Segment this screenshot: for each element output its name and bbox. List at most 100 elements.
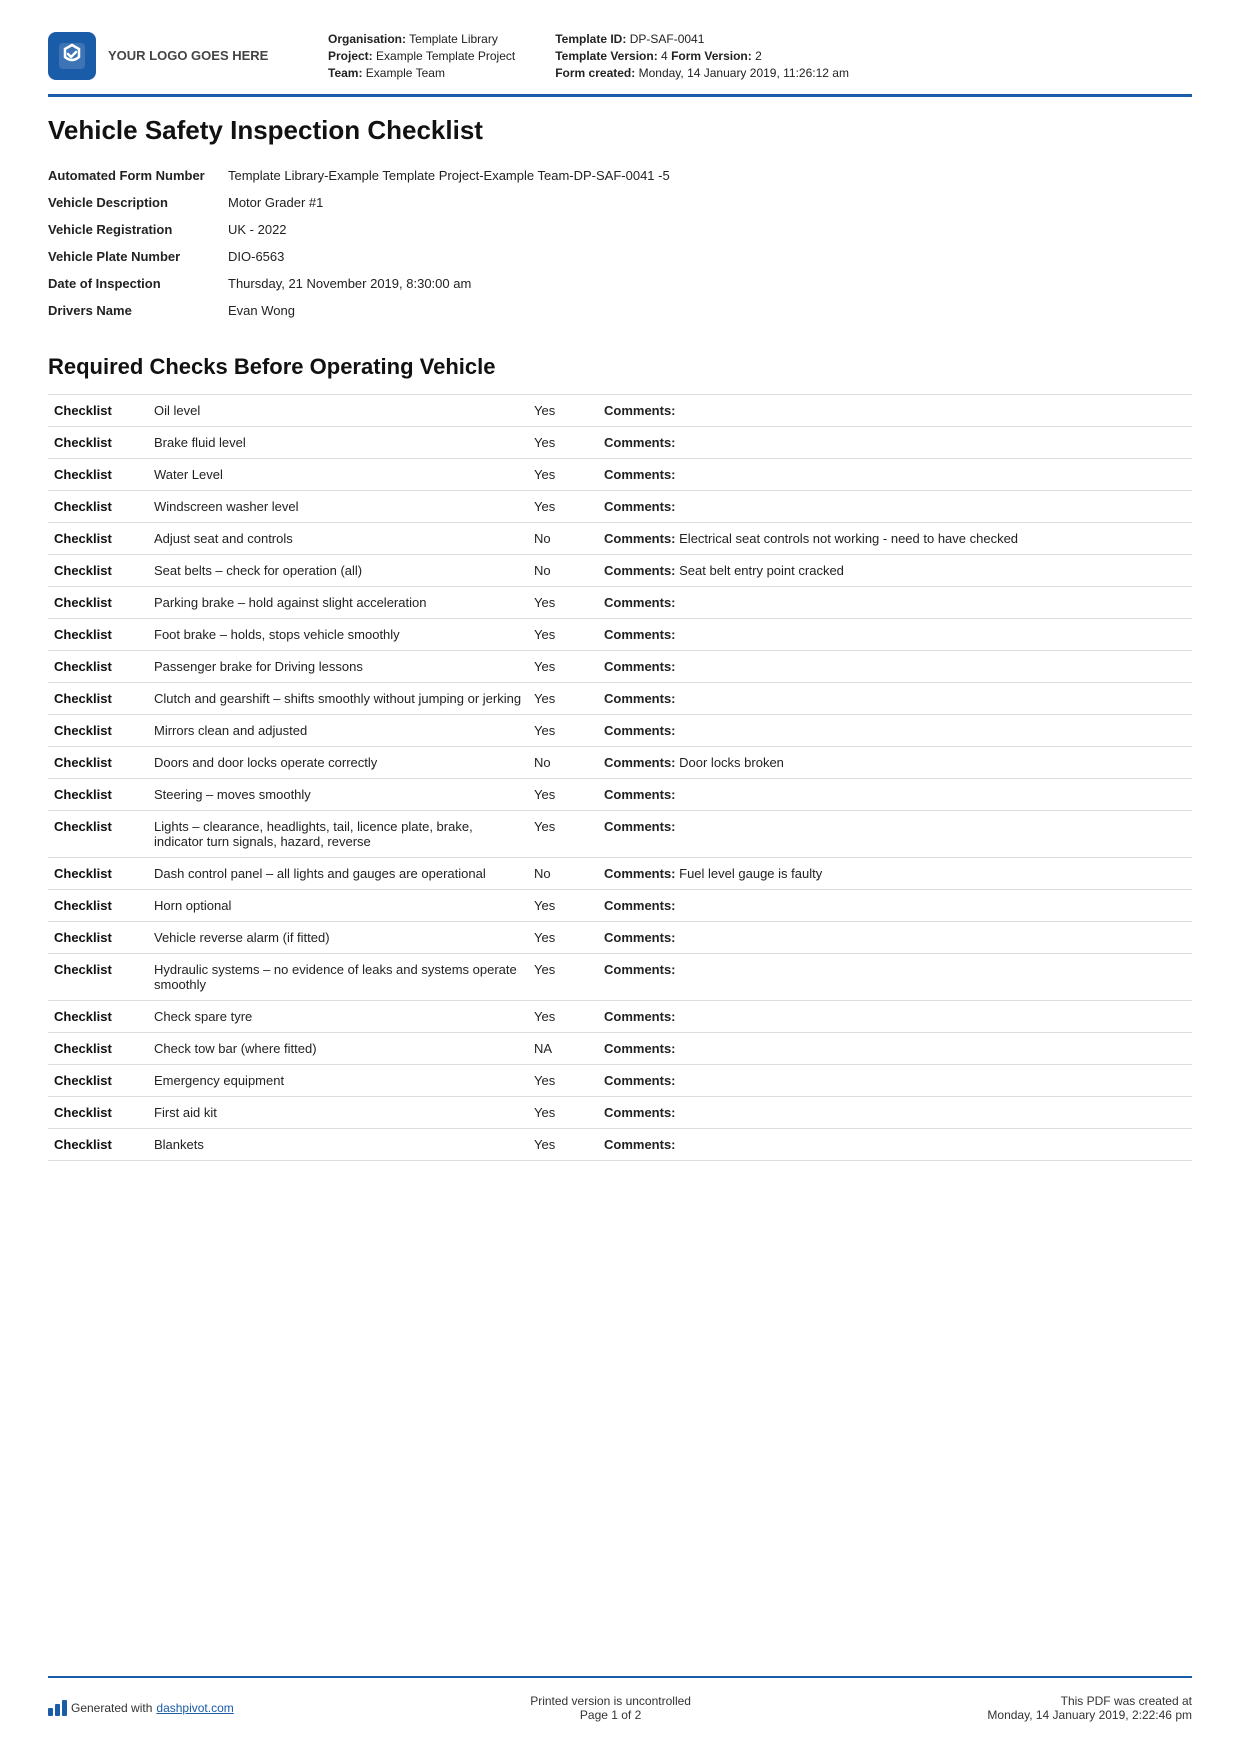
checklist-row: Checklist Oil level Yes Comments: xyxy=(48,395,1192,427)
checklist-result: Yes xyxy=(528,651,598,683)
comments-label: Comments: xyxy=(604,627,676,642)
footer-logo: Generated with dashpivot.com xyxy=(48,1700,234,1716)
checklist-row: Checklist Windscreen washer level Yes Co… xyxy=(48,491,1192,523)
checklist-result: Yes xyxy=(528,922,598,954)
checklist-item: Horn optional xyxy=(148,890,528,922)
checklist-item: Water Level xyxy=(148,459,528,491)
info-label: Date of Inspection xyxy=(48,270,228,297)
checklist-result: Yes xyxy=(528,779,598,811)
comments-label: Comments: xyxy=(604,659,676,674)
checklist-item: Steering – moves smoothly xyxy=(148,779,528,811)
checklist-row: Checklist First aid kit Yes Comments: xyxy=(48,1097,1192,1129)
checklist-comments: Comments: xyxy=(598,890,1192,922)
checklist-row: Checklist Mirrors clean and adjusted Yes… xyxy=(48,715,1192,747)
checklist-type: Checklist xyxy=(48,427,148,459)
checklist-row: Checklist Check spare tyre Yes Comments: xyxy=(48,1001,1192,1033)
checklist-row: Checklist Doors and door locks operate c… xyxy=(48,747,1192,779)
checklist-comments: Comments: xyxy=(598,651,1192,683)
page-number: Page 1 of 2 xyxy=(530,1708,691,1722)
template-id-field: Template ID: DP-SAF-0041 xyxy=(555,32,849,46)
info-row: Automated Form Number Template Library-E… xyxy=(48,162,1192,189)
checklist-item: Adjust seat and controls xyxy=(148,523,528,555)
checklist-comments: Comments: Electrical seat controls not w… xyxy=(598,523,1192,555)
checklist-result: Yes xyxy=(528,811,598,858)
checklist-result: Yes xyxy=(528,619,598,651)
header: YOUR LOGO GOES HERE Organisation: Templa… xyxy=(48,32,1192,97)
checklist-result: Yes xyxy=(528,715,598,747)
comments-text: Fuel level gauge is faulty xyxy=(679,866,822,881)
info-label: Drivers Name xyxy=(48,297,228,324)
comments-label: Comments: xyxy=(604,499,676,514)
checklist-type: Checklist xyxy=(48,747,148,779)
checklist-comments: Comments: Fuel level gauge is faulty xyxy=(598,858,1192,890)
checklist-item: Seat belts – check for operation (all) xyxy=(148,555,528,587)
comments-label: Comments: xyxy=(604,1137,676,1152)
checklist-item: Vehicle reverse alarm (if fitted) xyxy=(148,922,528,954)
checklist-comments: Comments: xyxy=(598,1097,1192,1129)
checklist-comments: Comments: xyxy=(598,395,1192,427)
checklist-result: Yes xyxy=(528,1097,598,1129)
checklist-type: Checklist xyxy=(48,1129,148,1161)
footer-right: This PDF was created at Monday, 14 Janua… xyxy=(987,1694,1192,1722)
team-field: Team: Example Team xyxy=(328,66,515,80)
checklist-item: Dash control panel – all lights and gaug… xyxy=(148,858,528,890)
checklist-table: Checklist Oil level Yes Comments: Checkl… xyxy=(48,394,1192,1161)
checklist-row: Checklist Water Level Yes Comments: xyxy=(48,459,1192,491)
checklist-type: Checklist xyxy=(48,715,148,747)
comments-label: Comments: xyxy=(604,819,676,834)
checklist-result: Yes xyxy=(528,890,598,922)
comments-label: Comments: xyxy=(604,898,676,913)
checklist-result: No xyxy=(528,555,598,587)
checklist-type: Checklist xyxy=(48,890,148,922)
checklist-comments: Comments: xyxy=(598,954,1192,1001)
info-row: Vehicle Description Motor Grader #1 xyxy=(48,189,1192,216)
checklist-comments: Comments: xyxy=(598,619,1192,651)
checklist-row: Checklist Lights – clearance, headlights… xyxy=(48,811,1192,858)
checklist-row: Checklist Adjust seat and controls No Co… xyxy=(48,523,1192,555)
comments-label: Comments: xyxy=(604,787,676,802)
checklist-type: Checklist xyxy=(48,954,148,1001)
doc-title: Vehicle Safety Inspection Checklist xyxy=(48,115,1192,146)
checklist-row: Checklist Emergency equipment Yes Commen… xyxy=(48,1065,1192,1097)
checklist-result: Yes xyxy=(528,954,598,1001)
checklist-comments: Comments: Seat belt entry point cracked xyxy=(598,555,1192,587)
checklist-comments: Comments: xyxy=(598,1065,1192,1097)
checklist-result: Yes xyxy=(528,459,598,491)
checklist-type: Checklist xyxy=(48,587,148,619)
checklist-item: Doors and door locks operate correctly xyxy=(148,747,528,779)
checklist-comments: Comments: xyxy=(598,1129,1192,1161)
checklist-row: Checklist Steering – moves smoothly Yes … xyxy=(48,779,1192,811)
checklist-row: Checklist Passenger brake for Driving le… xyxy=(48,651,1192,683)
info-value: UK - 2022 xyxy=(228,216,1192,243)
checklist-comments: Comments: xyxy=(598,715,1192,747)
pdf-created-label: This PDF was created at xyxy=(987,1694,1192,1708)
checklist-type: Checklist xyxy=(48,1097,148,1129)
template-version-field: Template Version: 4 Form Version: 2 xyxy=(555,49,849,63)
comments-label: Comments: xyxy=(604,866,676,881)
pdf-date: Monday, 14 January 2019, 2:22:46 pm xyxy=(987,1708,1192,1722)
checklist-result: Yes xyxy=(528,587,598,619)
checklist-item: Windscreen washer level xyxy=(148,491,528,523)
header-meta-left: Organisation: Template Library Project: … xyxy=(328,32,515,80)
footer-left: Generated with dashpivot.com xyxy=(48,1700,234,1716)
checklist-row: Checklist Hydraulic systems – no evidenc… xyxy=(48,954,1192,1001)
checklist-type: Checklist xyxy=(48,491,148,523)
info-value: Template Library-Example Template Projec… xyxy=(228,162,1192,189)
checklist-result: NA xyxy=(528,1033,598,1065)
site-link[interactable]: dashpivot.com xyxy=(156,1701,233,1715)
checklist-type: Checklist xyxy=(48,922,148,954)
checklist-row: Checklist Brake fluid level Yes Comments… xyxy=(48,427,1192,459)
checklist-comments: Comments: xyxy=(598,1033,1192,1065)
comments-label: Comments: xyxy=(604,467,676,482)
checklist-item: Parking brake – hold against slight acce… xyxy=(148,587,528,619)
checklist-type: Checklist xyxy=(48,1001,148,1033)
project-field: Project: Example Template Project xyxy=(328,49,515,63)
footer-center: Printed version is uncontrolled Page 1 o… xyxy=(530,1694,691,1722)
checklist-item: Brake fluid level xyxy=(148,427,528,459)
info-label: Vehicle Registration xyxy=(48,216,228,243)
checklist-comments: Comments: xyxy=(598,922,1192,954)
info-label: Vehicle Description xyxy=(48,189,228,216)
checklist-item: First aid kit xyxy=(148,1097,528,1129)
checklist-comments: Comments: Door locks broken xyxy=(598,747,1192,779)
comments-label: Comments: xyxy=(604,1105,676,1120)
